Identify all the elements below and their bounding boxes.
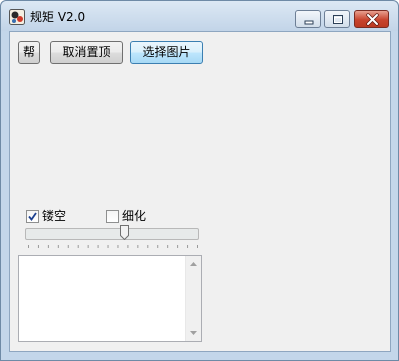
client-area: 帮 取消置顶 选择图片 镂空 细化 — [9, 31, 391, 352]
scroll-down-icon[interactable] — [189, 330, 198, 336]
slider-track[interactable] — [25, 228, 199, 240]
app-window: 规矩 V2.0 帮 取消置顶 选择图片 镂空 细化 — [0, 0, 399, 361]
checkbox-box[interactable] — [26, 210, 39, 223]
thin-label: 细化 — [122, 209, 147, 223]
vertical-scrollbar[interactable] — [185, 256, 201, 341]
output-textarea[interactable] — [18, 255, 202, 342]
close-icon — [366, 13, 379, 26]
choose-image-button[interactable]: 选择图片 — [130, 41, 203, 64]
maximize-button[interactable] — [324, 10, 350, 28]
checkbox-box[interactable] — [106, 210, 119, 223]
slider-thumb[interactable] — [120, 225, 129, 240]
unpin-button[interactable]: 取消置顶 — [50, 41, 123, 64]
scroll-up-icon[interactable] — [189, 261, 198, 267]
hollow-label: 镂空 — [42, 209, 67, 223]
window-title: 规矩 V2.0 — [30, 10, 86, 24]
app-logo-icon — [9, 9, 25, 25]
maximize-icon — [333, 15, 343, 24]
close-button[interactable] — [354, 10, 389, 28]
checkmark-icon — [28, 212, 37, 221]
help-button[interactable]: 帮 — [18, 41, 40, 64]
minimize-icon — [304, 20, 314, 25]
title-bar[interactable]: 规矩 V2.0 — [1, 1, 398, 31]
slider-ticks — [28, 245, 198, 248]
minimize-button[interactable] — [295, 10, 321, 28]
